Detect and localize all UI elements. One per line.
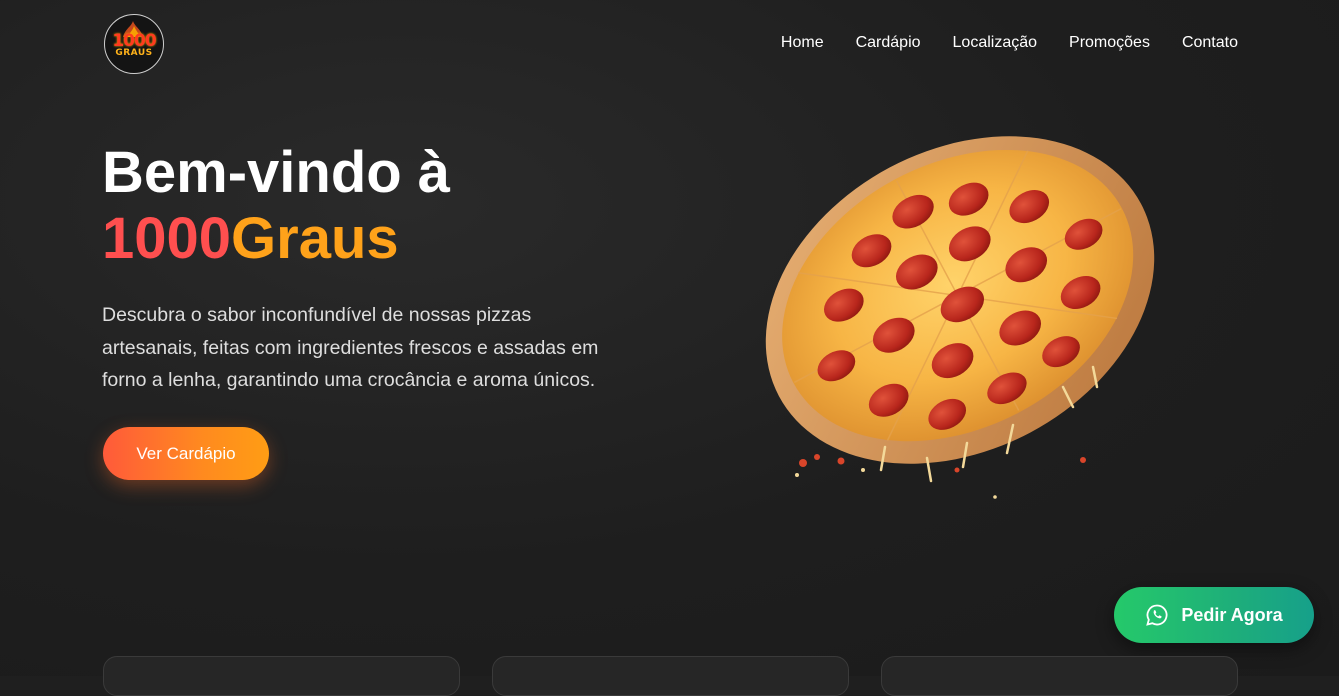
hero-brand-number: 1000	[102, 206, 232, 271]
hero-title: Bem-vindo à 1000Graus	[102, 140, 450, 272]
nav-localizacao[interactable]: Localização	[953, 34, 1038, 52]
feature-card[interactable]	[103, 656, 460, 696]
main-nav: Home Cardápio Localização Promoções Cont…	[781, 33, 1238, 53]
hero-description: Descubra o sabor inconfundível de nossas…	[102, 304, 599, 391]
hero-title-line1: Bem-vindo à	[102, 140, 451, 205]
nav-cardapio[interactable]: Cardápio	[856, 34, 921, 52]
order-now-button[interactable]: Pedir Agora	[1114, 587, 1314, 643]
nav-promocoes[interactable]: Promoções	[1069, 34, 1150, 52]
hero-brand-word: Graus	[231, 206, 399, 271]
brand-logo[interactable]: 1000 GRAUS	[104, 14, 164, 74]
nav-contato[interactable]: Contato	[1182, 34, 1238, 52]
feature-card[interactable]	[881, 656, 1238, 696]
nav-home[interactable]: Home	[781, 34, 824, 52]
logo-word: GRAUS	[115, 48, 153, 58]
order-now-label: Pedir Agora	[1181, 604, 1283, 625]
feature-card[interactable]	[492, 656, 849, 696]
view-menu-button[interactable]: Ver Cardápio	[103, 427, 269, 480]
pizza-image	[765, 136, 1155, 499]
whatsapp-icon	[1146, 604, 1168, 626]
